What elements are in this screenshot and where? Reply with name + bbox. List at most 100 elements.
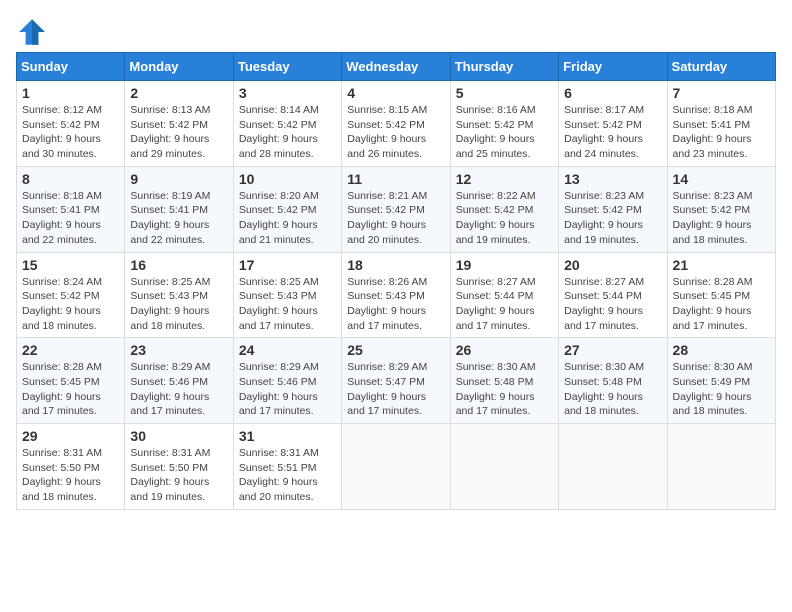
- day-info: Sunrise: 8:29 AMSunset: 5:46 PMDaylight:…: [239, 360, 336, 419]
- day-info: Sunrise: 8:17 AMSunset: 5:42 PMDaylight:…: [564, 103, 661, 162]
- day-info: Sunrise: 8:24 AMSunset: 5:42 PMDaylight:…: [22, 275, 119, 334]
- day-info: Sunrise: 8:31 AMSunset: 5:50 PMDaylight:…: [130, 446, 227, 505]
- day-number: 6: [564, 85, 661, 101]
- weekday-header: Tuesday: [233, 53, 341, 81]
- page-header: [16, 16, 776, 48]
- day-info: Sunrise: 8:27 AMSunset: 5:44 PMDaylight:…: [564, 275, 661, 334]
- day-number: 30: [130, 428, 227, 444]
- calendar-cell: [667, 424, 775, 510]
- day-info: Sunrise: 8:25 AMSunset: 5:43 PMDaylight:…: [239, 275, 336, 334]
- weekday-header: Monday: [125, 53, 233, 81]
- calendar-week-row: 15Sunrise: 8:24 AMSunset: 5:42 PMDayligh…: [17, 252, 776, 338]
- day-number: 24: [239, 342, 336, 358]
- calendar-table: SundayMondayTuesdayWednesdayThursdayFrid…: [16, 52, 776, 510]
- weekday-header: Saturday: [667, 53, 775, 81]
- calendar-header-row: SundayMondayTuesdayWednesdayThursdayFrid…: [17, 53, 776, 81]
- day-number: 9: [130, 171, 227, 187]
- weekday-header: Sunday: [17, 53, 125, 81]
- day-info: Sunrise: 8:31 AMSunset: 5:50 PMDaylight:…: [22, 446, 119, 505]
- calendar-cell: 14Sunrise: 8:23 AMSunset: 5:42 PMDayligh…: [667, 166, 775, 252]
- day-info: Sunrise: 8:13 AMSunset: 5:42 PMDaylight:…: [130, 103, 227, 162]
- calendar-cell: 25 Sunrise: 8:29 AMSunset: 5:47 PMDayligh…: [342, 338, 450, 424]
- day-number: 10: [239, 171, 336, 187]
- calendar-cell: 19Sunrise: 8:27 AMSunset: 5:44 PMDayligh…: [450, 252, 558, 338]
- logo-icon: [16, 16, 48, 48]
- day-number: 11: [347, 171, 444, 187]
- calendar-cell: 18 Sunrise: 8:26 AMSunset: 5:43 PMDayligh…: [342, 252, 450, 338]
- day-number: 2: [130, 85, 227, 101]
- day-info: Sunrise: 8:30 AMSunset: 5:48 PMDaylight:…: [564, 360, 661, 419]
- day-info: Sunrise: 8:22 AMSunset: 5:42 PMDaylight:…: [456, 189, 553, 248]
- day-number: 28: [673, 342, 770, 358]
- calendar-cell: 20Sunrise: 8:27 AMSunset: 5:44 PMDayligh…: [559, 252, 667, 338]
- calendar-cell: 7 Sunrise: 8:18 AMSunset: 5:41 PMDaylight…: [667, 81, 775, 167]
- day-info: Sunrise: 8:28 AMSunset: 5:45 PMDaylight:…: [673, 275, 770, 334]
- day-info: Sunrise: 8:16 AMSunset: 5:42 PMDaylight:…: [456, 103, 553, 162]
- day-info: Sunrise: 8:20 AMSunset: 5:42 PMDaylight:…: [239, 189, 336, 248]
- day-info: Sunrise: 8:31 AMSunset: 5:51 PMDaylight:…: [239, 446, 336, 505]
- calendar-cell: 31 Sunrise: 8:31 AMSunset: 5:51 PMDayligh…: [233, 424, 341, 510]
- day-info: Sunrise: 8:21 AMSunset: 5:42 PMDaylight:…: [347, 189, 444, 248]
- calendar-week-row: 22Sunrise: 8:28 AMSunset: 5:45 PMDayligh…: [17, 338, 776, 424]
- calendar-week-row: 1 Sunrise: 8:12 AMSunset: 5:42 PMDaylight…: [17, 81, 776, 167]
- day-number: 19: [456, 257, 553, 273]
- day-info: Sunrise: 8:12 AMSunset: 5:42 PMDaylight:…: [22, 103, 119, 162]
- day-info: Sunrise: 8:30 AMSunset: 5:49 PMDaylight:…: [673, 360, 770, 419]
- calendar-cell: 29Sunrise: 8:31 AMSunset: 5:50 PMDayligh…: [17, 424, 125, 510]
- day-number: 7: [673, 85, 770, 101]
- calendar-cell: 9 Sunrise: 8:19 AMSunset: 5:41 PMDaylight…: [125, 166, 233, 252]
- day-info: Sunrise: 8:29 AMSunset: 5:47 PMDaylight:…: [347, 360, 444, 419]
- day-number: 23: [130, 342, 227, 358]
- calendar-cell: 23 Sunrise: 8:29 AMSunset: 5:46 PMDayligh…: [125, 338, 233, 424]
- weekday-header: Wednesday: [342, 53, 450, 81]
- calendar-cell: 17 Sunrise: 8:25 AMSunset: 5:43 PMDayligh…: [233, 252, 341, 338]
- calendar-week-row: 8Sunrise: 8:18 AMSunset: 5:41 PMDaylight…: [17, 166, 776, 252]
- day-number: 1: [22, 85, 119, 101]
- day-number: 4: [347, 85, 444, 101]
- day-info: Sunrise: 8:18 AMSunset: 5:41 PMDaylight:…: [673, 103, 770, 162]
- calendar-cell: [450, 424, 558, 510]
- calendar-cell: 8Sunrise: 8:18 AMSunset: 5:41 PMDaylight…: [17, 166, 125, 252]
- logo: [16, 16, 52, 48]
- day-number: 18: [347, 257, 444, 273]
- calendar-cell: 21 Sunrise: 8:28 AMSunset: 5:45 PMDayligh…: [667, 252, 775, 338]
- calendar-cell: 12 Sunrise: 8:22 AMSunset: 5:42 PMDayligh…: [450, 166, 558, 252]
- calendar-cell: 6 Sunrise: 8:17 AMSunset: 5:42 PMDaylight…: [559, 81, 667, 167]
- calendar-cell: 10 Sunrise: 8:20 AMSunset: 5:42 PMDayligh…: [233, 166, 341, 252]
- calendar-cell: 16 Sunrise: 8:25 AMSunset: 5:43 PMDayligh…: [125, 252, 233, 338]
- day-number: 8: [22, 171, 119, 187]
- calendar-cell: [342, 424, 450, 510]
- day-info: Sunrise: 8:23 AMSunset: 5:42 PMDaylight:…: [564, 189, 661, 248]
- calendar-cell: 2 Sunrise: 8:13 AMSunset: 5:42 PMDaylight…: [125, 81, 233, 167]
- day-number: 22: [22, 342, 119, 358]
- day-info: Sunrise: 8:25 AMSunset: 5:43 PMDaylight:…: [130, 275, 227, 334]
- day-info: Sunrise: 8:29 AMSunset: 5:46 PMDaylight:…: [130, 360, 227, 419]
- calendar-cell: 28 Sunrise: 8:30 AMSunset: 5:49 PMDayligh…: [667, 338, 775, 424]
- weekday-header: Thursday: [450, 53, 558, 81]
- calendar-cell: 15Sunrise: 8:24 AMSunset: 5:42 PMDayligh…: [17, 252, 125, 338]
- calendar-cell: 24 Sunrise: 8:29 AMSunset: 5:46 PMDayligh…: [233, 338, 341, 424]
- day-number: 25: [347, 342, 444, 358]
- day-number: 14: [673, 171, 770, 187]
- day-number: 17: [239, 257, 336, 273]
- day-info: Sunrise: 8:15 AMSunset: 5:42 PMDaylight:…: [347, 103, 444, 162]
- day-number: 31: [239, 428, 336, 444]
- calendar-cell: 13Sunrise: 8:23 AMSunset: 5:42 PMDayligh…: [559, 166, 667, 252]
- day-info: Sunrise: 8:14 AMSunset: 5:42 PMDaylight:…: [239, 103, 336, 162]
- weekday-header: Friday: [559, 53, 667, 81]
- calendar-cell: 3Sunrise: 8:14 AMSunset: 5:42 PMDaylight…: [233, 81, 341, 167]
- day-number: 21: [673, 257, 770, 273]
- calendar-cell: 5 Sunrise: 8:16 AMSunset: 5:42 PMDaylight…: [450, 81, 558, 167]
- calendar-cell: [559, 424, 667, 510]
- day-info: Sunrise: 8:30 AMSunset: 5:48 PMDaylight:…: [456, 360, 553, 419]
- day-number: 26: [456, 342, 553, 358]
- day-info: Sunrise: 8:26 AMSunset: 5:43 PMDaylight:…: [347, 275, 444, 334]
- day-number: 27: [564, 342, 661, 358]
- calendar-cell: 4 Sunrise: 8:15 AMSunset: 5:42 PMDaylight…: [342, 81, 450, 167]
- day-info: Sunrise: 8:19 AMSunset: 5:41 PMDaylight:…: [130, 189, 227, 248]
- calendar-cell: 22Sunrise: 8:28 AMSunset: 5:45 PMDayligh…: [17, 338, 125, 424]
- calendar-cell: 11 Sunrise: 8:21 AMSunset: 5:42 PMDayligh…: [342, 166, 450, 252]
- day-number: 12: [456, 171, 553, 187]
- day-number: 16: [130, 257, 227, 273]
- day-number: 5: [456, 85, 553, 101]
